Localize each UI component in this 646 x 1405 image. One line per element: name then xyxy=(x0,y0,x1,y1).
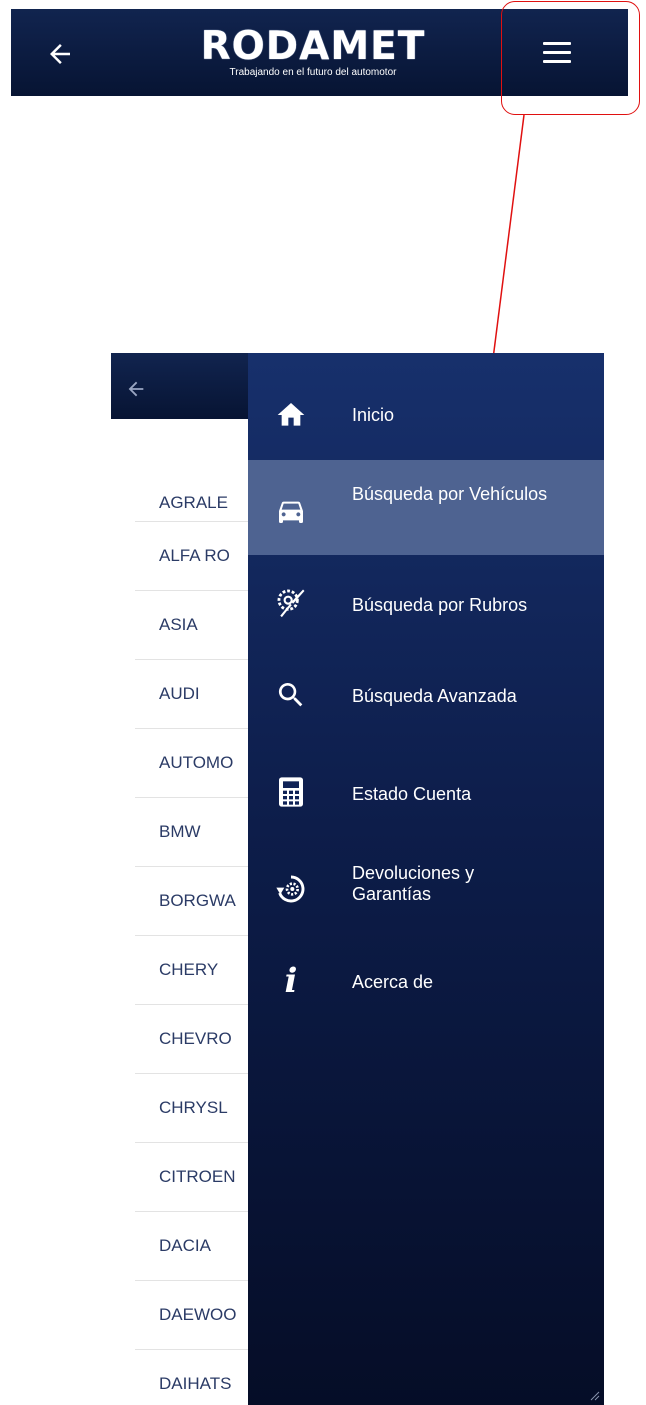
parts-icon xyxy=(274,586,308,620)
menu-item-busqueda-vehiculos[interactable]: Búsqueda por Vehículos xyxy=(248,460,604,555)
list-item[interactable]: DAEWOO xyxy=(135,1281,265,1350)
calculator-icon xyxy=(274,775,308,809)
list-item[interactable]: ALFA RO xyxy=(135,522,265,591)
list-item[interactable]: AUDI xyxy=(135,660,265,729)
navigation-drawer: Inicio Búsqueda por Vehículos Búsqueda p… xyxy=(248,353,604,1405)
list-item[interactable]: CHRYSL xyxy=(135,1074,265,1143)
menu-item-inicio[interactable]: Inicio xyxy=(248,367,604,463)
returns-icon xyxy=(274,872,308,906)
app-screen-with-drawer: AGRALE ALFA RO ASIA AUDI AUTOMO BMW BORG… xyxy=(111,353,604,1405)
home-icon xyxy=(274,398,308,432)
menu-item-busqueda-avanzada[interactable]: Búsqueda Avanzada xyxy=(248,650,604,745)
car-icon xyxy=(274,494,308,528)
list-item[interactable]: CITROEN xyxy=(135,1143,265,1212)
list-item[interactable]: AUTOMO xyxy=(135,729,265,798)
list-item[interactable]: DACIA xyxy=(135,1212,265,1281)
menu-item-acerca-de[interactable]: i Acerca de xyxy=(248,940,604,1025)
search-icon xyxy=(274,678,308,712)
menu-item-estado-cuenta[interactable]: Estado Cuenta xyxy=(248,745,604,840)
list-item[interactable]: BMW xyxy=(135,798,265,867)
list-item[interactable]: DAIHATS xyxy=(135,1350,265,1405)
info-icon: i xyxy=(284,961,298,1001)
resize-handle-icon xyxy=(590,1391,600,1401)
list-item[interactable]: BORGWA xyxy=(135,867,265,936)
brand-list: AGRALE ALFA RO ASIA AUDI AUTOMO BMW BORG… xyxy=(135,469,265,1405)
list-item[interactable]: CHERY xyxy=(135,936,265,1005)
menu-item-busqueda-rubros[interactable]: Búsqueda por Rubros xyxy=(248,558,604,650)
list-item[interactable]: CHEVRO xyxy=(135,1005,265,1074)
list-item[interactable]: ASIA xyxy=(135,591,265,660)
menu-item-devoluciones[interactable]: Devoluciones y Garantías xyxy=(248,840,604,940)
list-item[interactable]: AGRALE xyxy=(135,469,265,522)
arrow-left-icon[interactable] xyxy=(125,378,147,400)
